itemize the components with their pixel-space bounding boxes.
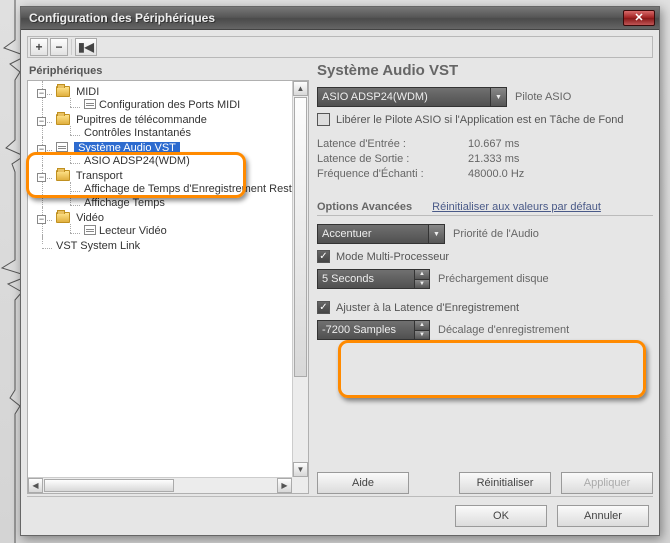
asio-driver-label: Pilote ASIO (515, 91, 571, 103)
spin-up-icon[interactable]: ▲ (414, 270, 429, 279)
audio-priority-label: Priorité de l'Audio (453, 228, 539, 240)
close-button[interactable]: ✕ (623, 10, 655, 26)
output-latency-label: Latence de Sortie : (317, 153, 452, 165)
release-asio-label: Libérer le Pilote ASIO si l'Application … (336, 114, 623, 126)
folder-icon (56, 86, 70, 97)
tree-midi-ports[interactable]: Configuration des Ports MIDI (99, 99, 240, 111)
chevron-down-icon: ▼ (490, 88, 506, 106)
tree-video[interactable]: Vidéo (76, 212, 104, 224)
remove-button[interactable]: − (50, 38, 68, 56)
adjust-record-latency-label: Ajuster à la Latence d'Enregistrement (336, 302, 519, 314)
expander-icon[interactable]: − (37, 173, 46, 182)
scroll-down-icon[interactable]: ▼ (293, 462, 308, 477)
rewind-button[interactable]: ▮◀ (75, 38, 97, 56)
titlebar: Configuration des Périphériques ✕ (21, 7, 659, 30)
apply-button[interactable]: Appliquer (561, 472, 653, 494)
asio-driver-value: ASIO ADSP24(WDM) (322, 91, 428, 103)
chevron-down-icon: ▼ (428, 225, 444, 243)
spin-down-icon[interactable]: ▼ (414, 279, 429, 289)
tree-vst-system-link[interactable]: VST System Link (56, 240, 140, 252)
folder-icon (56, 212, 70, 223)
adjust-record-latency-checkbox[interactable]: ✓ (317, 301, 330, 314)
tree-asio-device[interactable]: ASIO ADSP24(WDM) (84, 155, 190, 167)
add-button[interactable]: + (30, 38, 48, 56)
scroll-corner (292, 477, 308, 493)
scroll-thumb[interactable] (44, 479, 174, 492)
tree-vst-audio-selected[interactable]: Système Audio VST (74, 142, 180, 154)
folder-icon (56, 114, 70, 125)
reset-defaults-link[interactable]: Réinitialiser aux valeurs par défaut (432, 201, 601, 213)
tree-time-display[interactable]: Affichage Temps (84, 197, 165, 209)
devices-tree-container: − MIDI Configuration des Ports MIDI − (27, 80, 309, 494)
spin-up-icon[interactable]: ▲ (414, 321, 429, 330)
output-latency-value: 21.333 ms (468, 153, 519, 165)
close-icon: ✕ (634, 13, 643, 24)
tree-transport[interactable]: Transport (76, 170, 123, 182)
spin-down-icon[interactable]: ▼ (414, 330, 429, 340)
record-offset-value: -7200 Samples (318, 321, 414, 339)
multiprocessor-label: Mode Multi-Processeur (336, 251, 449, 263)
advanced-options-header: Options Avancées Réinitialiser aux valeu… (317, 201, 653, 216)
tree-record-time-display[interactable]: Affichage de Temps d'Enregistrement Rest… (84, 183, 307, 195)
window-title: Configuration des Périphériques (29, 11, 623, 25)
audio-priority-select[interactable]: Accentuer ▼ (317, 224, 445, 244)
item-icon (84, 99, 96, 109)
release-asio-checkbox[interactable]: ✓ (317, 113, 330, 126)
reset-button[interactable]: Réinitialiser (459, 472, 551, 494)
settings-pane: Système Audio VST ASIO ADSP24(WDM) ▼ Pil… (317, 62, 653, 494)
record-offset-spinner[interactable]: -7200 Samples ▲▼ (317, 320, 430, 340)
input-latency-label: Latence d'Entrée : (317, 138, 452, 150)
tree-video-player[interactable]: Lecteur Vidéo (99, 225, 167, 237)
expander-icon[interactable]: − (37, 215, 46, 224)
tree-instant-controls[interactable]: Contrôles Instantanés (84, 127, 191, 139)
tree-midi[interactable]: MIDI (76, 86, 99, 98)
dialog-body: + − ▮◀ Périphériques − MIDI (21, 30, 659, 535)
devices-tree[interactable]: − MIDI Configuration des Ports MIDI − (28, 85, 308, 253)
sample-rate-label: Fréquence d'Échanti : (317, 168, 452, 180)
dialog-footer: OK Annuler (27, 497, 653, 529)
devices-pane: Périphériques − MIDI Configuration des P… (27, 62, 309, 494)
help-button[interactable]: Aide (317, 472, 409, 494)
disk-preload-label: Préchargement disque (438, 273, 549, 285)
expander-icon[interactable]: − (37, 117, 46, 126)
page-title: Système Audio VST (317, 62, 653, 87)
toolbar-divider (71, 39, 72, 55)
scrollbar-vertical[interactable]: ▲ ▼ (292, 81, 308, 477)
top-toolbar: + − ▮◀ (27, 36, 653, 58)
scroll-left-icon[interactable]: ◀ (28, 478, 43, 493)
scroll-thumb[interactable] (294, 97, 307, 377)
expander-icon[interactable]: − (37, 89, 46, 98)
item-icon (84, 225, 96, 235)
advanced-options-title: Options Avancées (317, 201, 412, 213)
disk-preload-value: 5 Seconds (318, 270, 414, 288)
input-latency-value: 10.667 ms (468, 138, 519, 150)
folder-icon (56, 170, 70, 181)
scroll-up-icon[interactable]: ▲ (293, 81, 308, 96)
scroll-right-icon[interactable]: ▶ (277, 478, 292, 493)
scrollbar-horizontal[interactable]: ◀ ▶ (28, 477, 292, 493)
tree-remote[interactable]: Pupitres de télécommande (76, 114, 207, 126)
device-setup-dialog: Configuration des Périphériques ✕ + − ▮◀… (20, 6, 660, 536)
record-offset-label: Décalage d'enregistrement (438, 324, 569, 336)
asio-driver-select[interactable]: ASIO ADSP24(WDM) ▼ (317, 87, 507, 107)
cancel-button[interactable]: Annuler (557, 505, 649, 527)
disk-preload-spinner[interactable]: 5 Seconds ▲▼ (317, 269, 430, 289)
expander-icon[interactable]: − (37, 145, 46, 154)
multiprocessor-checkbox[interactable]: ✓ (317, 250, 330, 263)
ok-button[interactable]: OK (455, 505, 547, 527)
device-icon (56, 142, 68, 152)
sample-rate-value: 48000.0 Hz (468, 168, 524, 180)
audio-priority-value: Accentuer (322, 228, 372, 240)
devices-header: Périphériques (27, 62, 309, 80)
